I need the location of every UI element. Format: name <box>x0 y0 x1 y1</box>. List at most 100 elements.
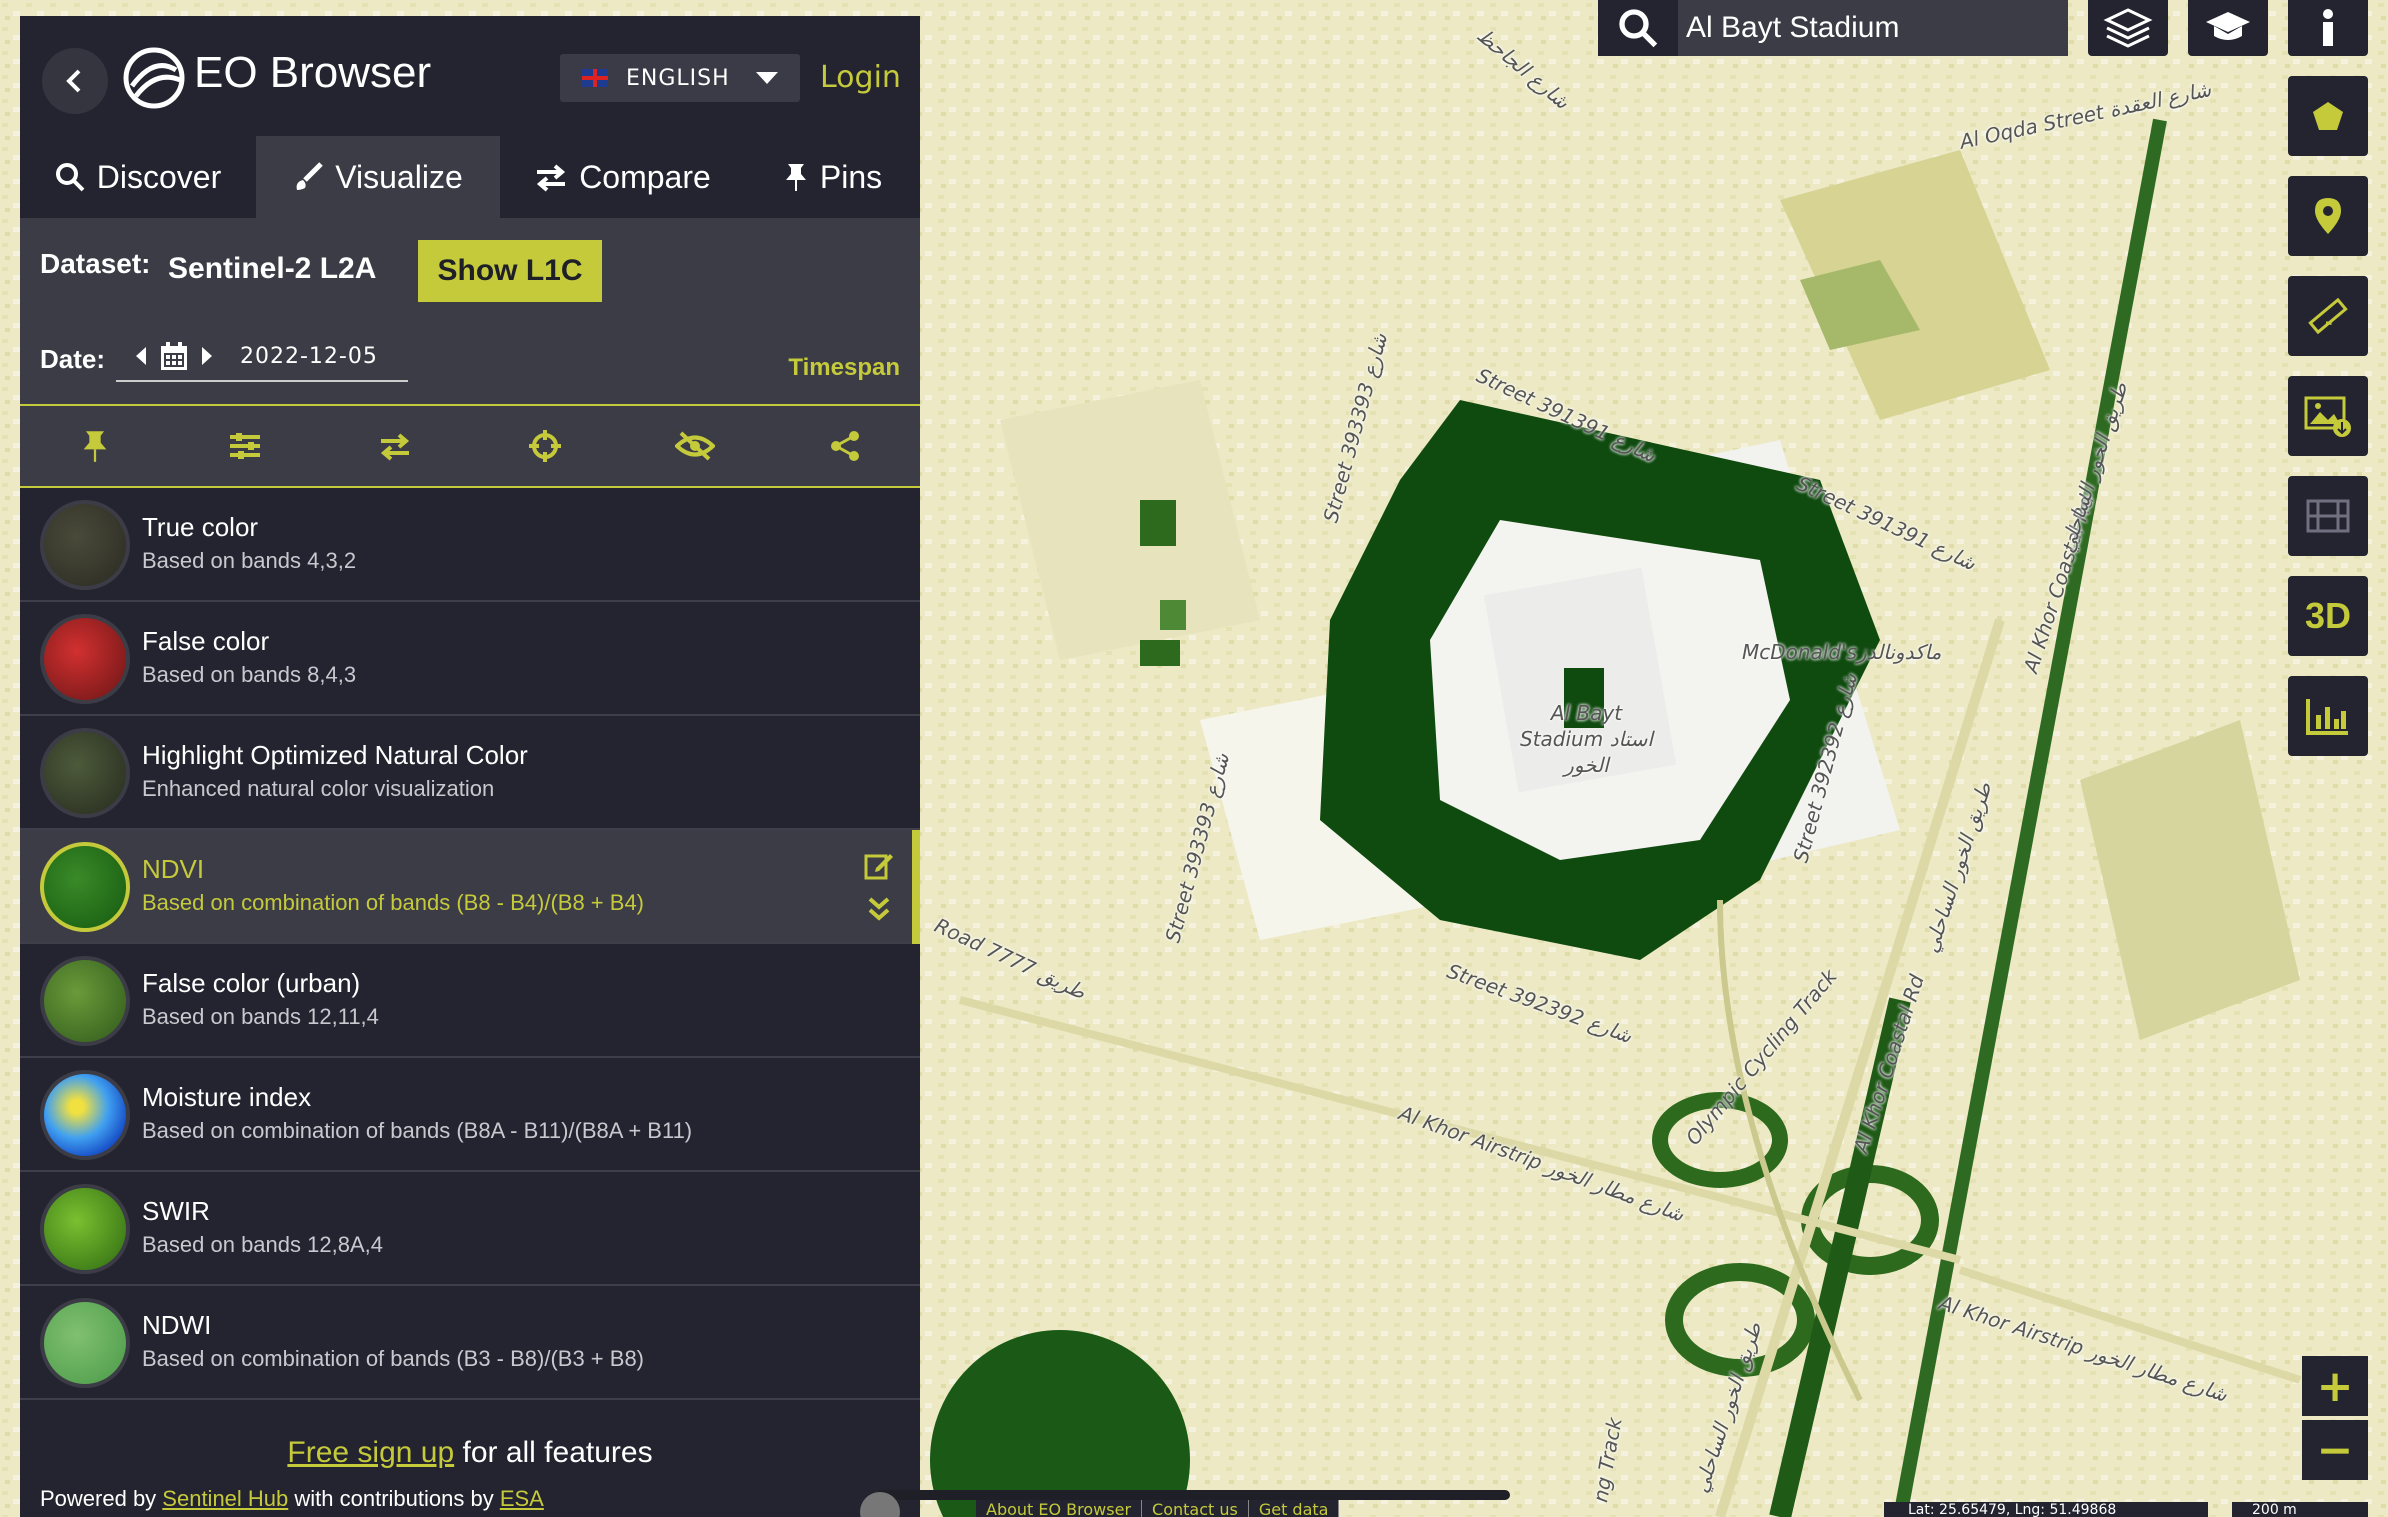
layer-list: True color Based on bands 4,3,2 False co… <box>20 488 920 1410</box>
login-link[interactable]: Login <box>820 60 901 95</box>
map-marker-icon <box>2315 198 2341 234</box>
zoom-out-button[interactable]: − <box>2302 1420 2368 1480</box>
layer-item-false-color[interactable]: False color Based on bands 8,4,3 <box>20 602 920 716</box>
layer-title: True color <box>142 512 259 542</box>
layer-subtitle: Based on combination of bands (B3 - B8)/… <box>142 1346 645 1371</box>
statistics-button[interactable] <box>2288 676 2368 756</box>
pin-layer-button[interactable] <box>20 405 170 487</box>
layer-item-false-color-urban[interactable]: False color (urban) Based on bands 12,11… <box>20 944 920 1058</box>
search-button[interactable] <box>1598 0 1678 56</box>
info-icon <box>2323 9 2333 46</box>
horizontal-scrollbar[interactable] <box>876 1490 1510 1500</box>
uk-flag-icon <box>582 69 608 87</box>
calendar-icon[interactable] <box>160 341 188 371</box>
tab-label: Discover <box>96 158 222 195</box>
search-icon <box>1619 9 1658 48</box>
powered-by-text: Powered by Sentinel Hub with contributio… <box>40 1486 544 1512</box>
layer-subtitle: Based on combination of bands (B8 - B4)/… <box>142 890 645 915</box>
layer-title: NDWI <box>142 1310 212 1340</box>
get-data-link[interactable]: Get data <box>1249 1500 1340 1517</box>
draw-area-button[interactable] <box>2288 76 2368 156</box>
show-l1c-button[interactable]: Show L1C <box>418 240 602 302</box>
layer-title: SWIR <box>142 1196 210 1226</box>
about-link[interactable]: About EO Browser <box>976 1500 1143 1517</box>
sentinel-hub-link[interactable]: Sentinel Hub <box>162 1486 288 1511</box>
layer-thumbnail <box>40 1298 130 1388</box>
next-date-icon[interactable] <box>202 347 212 365</box>
tab-pins[interactable]: Pins <box>746 136 920 218</box>
3d-button[interactable]: 3D <box>2288 576 2368 656</box>
layer-subtitle: Based on bands 4,3,2 <box>142 548 357 573</box>
layer-thumbnail <box>40 728 130 818</box>
coordinates-readout: Lat: 25.65479, Lng: 51.49868 <box>1884 1502 2208 1517</box>
tab-visualize[interactable]: Visualize <box>256 136 500 218</box>
caret-down-icon <box>755 72 778 84</box>
download-image-button[interactable] <box>2288 376 2368 456</box>
main-tabs: Discover Visualize Compare Pins <box>20 136 920 218</box>
info-button[interactable] <box>2288 0 2368 56</box>
previous-date-icon[interactable] <box>136 347 146 365</box>
map-label-mcdonalds: McDonald'sماكدونالدز <box>1742 640 1942 664</box>
tab-label: Pins <box>819 158 883 195</box>
layer-item-ndvi[interactable]: NDVI Based on combination of bands (B8 -… <box>20 830 920 944</box>
crosshair-icon <box>529 430 561 462</box>
esa-link[interactable]: ESA <box>500 1486 544 1511</box>
map-label-stadium: Al Bayt Stadium استاد الخور <box>1520 701 1653 777</box>
compare-layer-button[interactable] <box>320 405 470 487</box>
dataset-value: Sentinel-2 L2A <box>168 252 377 285</box>
eo-browser-logo-icon <box>123 47 185 109</box>
tab-discover[interactable]: Discover <box>20 136 256 218</box>
film-icon <box>2306 499 2350 533</box>
3d-label: 3D <box>2304 595 2352 636</box>
layer-subtitle: Based on bands 12,11,4 <box>142 1004 379 1029</box>
zoom-in-button[interactable]: + <box>2302 1356 2368 1416</box>
minus-icon: − <box>2316 1424 2354 1476</box>
layer-item-ndwi[interactable]: NDWI Based on combination of bands (B3 -… <box>20 1286 920 1400</box>
effects-button[interactable] <box>170 405 320 487</box>
app-title: EO Browser <box>194 48 432 97</box>
layer-item-moisture-index[interactable]: Moisture index Based on combination of b… <box>20 1058 920 1172</box>
bottom-links-bar: About EO Browser Contact us Get data <box>976 1500 1340 1517</box>
compare-icon <box>380 433 410 461</box>
image-download-icon <box>2304 396 2351 437</box>
edit-icon[interactable] <box>864 850 894 880</box>
layer-subtitle: Based on combination of bands (B8A - B11… <box>142 1118 693 1143</box>
dataset-row: Dataset: Sentinel-2 L2A Show L1C <box>20 218 920 314</box>
panel-header: EO Browser ENGLISH Login <box>20 16 920 136</box>
layer-title: False color (urban) <box>142 968 361 998</box>
free-sign-up-link[interactable]: Free sign up <box>287 1436 454 1469</box>
layers-button[interactable] <box>2088 0 2168 56</box>
measure-button[interactable] <box>2288 276 2368 356</box>
layer-title: Moisture index <box>142 1082 312 1112</box>
timelapse-button[interactable] <box>2288 476 2368 556</box>
double-chevron-down-icon[interactable] <box>868 896 890 922</box>
layer-item-swir[interactable]: SWIR Based on bands 12,8A,4 <box>20 1172 920 1286</box>
hide-layer-button[interactable] <box>620 405 770 487</box>
layer-title: NDVI <box>142 854 205 884</box>
scale-bar: 200 m <box>2232 1502 2368 1517</box>
layer-item-true-color[interactable]: True color Based on bands 4,3,2 <box>20 488 920 602</box>
dataset-label: Dataset: <box>40 248 151 279</box>
date-value[interactable]: 2022-12-05 <box>240 344 378 369</box>
zoom-to-tile-button[interactable] <box>470 405 620 487</box>
tab-compare[interactable]: Compare <box>500 136 746 218</box>
timespan-link[interactable]: Timespan <box>788 354 900 382</box>
bar-chart-icon <box>2306 699 2348 735</box>
layer-thumbnail <box>40 956 130 1046</box>
eye-slash-icon <box>675 431 715 461</box>
place-marker-button[interactable] <box>2288 176 2368 256</box>
layer-item-highlight-optimized[interactable]: Highlight Optimized Natural Color Enhanc… <box>20 716 920 830</box>
layer-thumbnail <box>40 1184 130 1274</box>
date-picker[interactable]: 2022-12-05 <box>116 332 408 382</box>
contact-link[interactable]: Contact us <box>1142 1500 1249 1517</box>
share-button[interactable] <box>770 405 920 487</box>
layer-thumbnail <box>40 614 130 704</box>
tutorial-button[interactable] <box>2188 0 2268 56</box>
search-input[interactable]: Al Bayt Stadium <box>1678 0 2068 56</box>
collapse-panel-button[interactable] <box>42 48 108 114</box>
plus-icon: + <box>2316 1360 2354 1412</box>
tab-label: Compare <box>579 158 711 195</box>
date-row: Date: 2022-12-05 Timespan <box>20 314 920 406</box>
language-select[interactable]: ENGLISH <box>560 54 800 102</box>
graduation-cap-icon <box>2206 12 2250 40</box>
